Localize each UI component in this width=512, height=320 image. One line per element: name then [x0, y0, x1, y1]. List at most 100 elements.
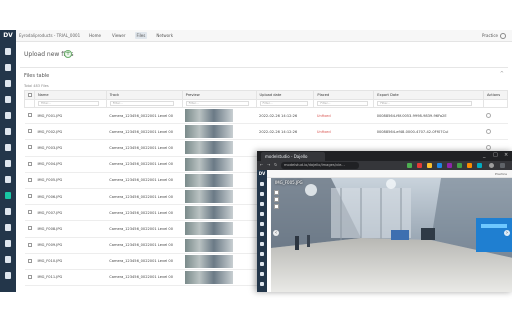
add-files-button[interactable]: +: [64, 50, 72, 58]
preview-sidebar-item[interactable]: [260, 212, 264, 216]
preview-sidebar-item[interactable]: [260, 272, 264, 276]
row-action-icon[interactable]: [486, 128, 492, 134]
preview-sidebar-item[interactable]: [260, 232, 264, 236]
panorama-viewer[interactable]: [271, 178, 512, 292]
sidebar-item-5[interactable]: [5, 112, 11, 119]
row-checkbox[interactable]: [27, 145, 32, 150]
tab-home[interactable]: Home: [87, 32, 103, 39]
preview-thumbnail[interactable]: [185, 206, 234, 220]
tab-network[interactable]: Network: [154, 32, 175, 39]
preview-sidebar-item[interactable]: [260, 252, 264, 256]
sidebar-item-8[interactable]: [5, 160, 11, 167]
preview-thumbnail[interactable]: [185, 270, 234, 284]
preview-sidebar-item[interactable]: [260, 242, 264, 246]
browser-tab[interactable]: modelstudio - Dajello: [261, 152, 325, 161]
filter-track-input[interactable]: Filter...: [109, 101, 175, 106]
preview-thumbnail[interactable]: [185, 254, 234, 268]
sidebar-item-1[interactable]: [5, 48, 11, 55]
extension-icon-2[interactable]: [417, 163, 422, 168]
url-field[interactable]: modelstud.io/dajello/images/vie...: [281, 162, 359, 169]
collapse-icon[interactable]: ^: [500, 71, 504, 77]
header-upload-date[interactable]: Upload date: [255, 90, 315, 100]
row-checkbox[interactable]: [27, 129, 32, 134]
sidebar-item-9[interactable]: [5, 176, 11, 183]
project-name[interactable]: Eyrodaliproducts - TRIAL_0001: [19, 33, 80, 38]
row-checkbox[interactable]: [27, 177, 32, 182]
extension-icon-4[interactable]: [437, 163, 442, 168]
header-preview[interactable]: Preview: [181, 90, 257, 100]
row-checkbox[interactable]: [27, 161, 32, 166]
row-checkbox[interactable]: [27, 210, 32, 215]
select-all-checkbox[interactable]: [28, 92, 32, 97]
row-checkbox[interactable]: [27, 242, 32, 247]
sidebar-item-3[interactable]: [5, 80, 11, 87]
minimize-icon[interactable]: _: [483, 152, 486, 158]
sidebar-item-4[interactable]: [5, 96, 11, 103]
preview-sidebar-item[interactable]: [260, 222, 264, 226]
preview-thumbnail[interactable]: [185, 157, 234, 171]
preview-thumbnail[interactable]: [185, 190, 234, 204]
row-checkbox[interactable]: [27, 194, 32, 199]
filter-placed-input[interactable]: Filter...: [317, 101, 368, 106]
extension-icon-5[interactable]: [447, 163, 452, 168]
preview-user-name[interactable]: Practice: [495, 172, 507, 176]
preview-sidebar-item[interactable]: [260, 202, 264, 206]
preview-thumbnail[interactable]: [185, 173, 234, 187]
sidebar-item-13[interactable]: [5, 240, 11, 247]
row-action-icon[interactable]: [486, 112, 492, 118]
row-checkbox[interactable]: [27, 113, 32, 118]
extension-icon-1[interactable]: [407, 163, 412, 168]
profile-icon[interactable]: [489, 163, 494, 168]
extension-icon-6[interactable]: [457, 163, 462, 168]
sidebar-item-11[interactable]: [5, 208, 11, 215]
row-checkbox[interactable]: [27, 258, 32, 263]
fullscreen-icon[interactable]: [274, 204, 279, 209]
close-icon[interactable]: ×: [504, 152, 508, 158]
header-placed[interactable]: Placed: [313, 90, 375, 100]
user-name[interactable]: Practice: [482, 33, 498, 38]
sidebar-item-files[interactable]: [5, 192, 11, 199]
sidebar-item-7[interactable]: [5, 144, 11, 151]
forward-icon[interactable]: →: [267, 162, 270, 167]
back-icon[interactable]: ←: [260, 162, 263, 167]
filter-export-input[interactable]: Filter...: [377, 101, 473, 106]
preview-sidebar-item[interactable]: [260, 262, 264, 266]
extension-icon-3[interactable]: [427, 163, 432, 168]
filter-preview-input[interactable]: Filter...: [185, 101, 249, 106]
reload-icon[interactable]: ↻: [274, 162, 277, 167]
filter-upload-input[interactable]: Filter...: [259, 101, 309, 106]
header-export-date[interactable]: Export Date: [373, 90, 484, 100]
header-select[interactable]: [24, 90, 35, 100]
sidebar-item-14[interactable]: [5, 256, 11, 263]
sidebar-item-15[interactable]: [5, 272, 11, 279]
preview-sidebar-item[interactable]: [260, 182, 264, 186]
sidebar-item-2[interactable]: [5, 64, 11, 71]
prev-image-button[interactable]: ‹: [273, 230, 279, 236]
next-image-button[interactable]: ›: [504, 230, 510, 236]
row-checkbox[interactable]: [27, 274, 32, 279]
table-row[interactable]: IMG_F002.JPG Camera_123456_0022001 Level …: [24, 123, 508, 141]
header-name[interactable]: Name: [33, 90, 107, 100]
table-row[interactable]: IMG_F001.JPG Camera_123456_0022001 Level …: [24, 107, 508, 125]
menu-icon[interactable]: [500, 163, 505, 168]
preview-sidebar-item[interactable]: [260, 192, 264, 196]
filter-name-input[interactable]: Filter...: [37, 101, 99, 106]
preview-sidebar-item[interactable]: [260, 282, 264, 286]
tab-viewer[interactable]: Viewer: [110, 32, 128, 39]
sidebar-item-6[interactable]: [5, 128, 11, 135]
header-track[interactable]: Track: [105, 90, 183, 100]
preview-thumbnail[interactable]: [185, 222, 234, 236]
sidebar-item-12[interactable]: [5, 224, 11, 231]
preview-thumbnail[interactable]: [185, 109, 234, 123]
tab-files[interactable]: Files: [134, 32, 148, 39]
extension-icon-7[interactable]: [467, 163, 472, 168]
zoom-out-icon[interactable]: [274, 197, 279, 202]
row-action-icon[interactable]: [486, 144, 492, 150]
zoom-in-icon[interactable]: [274, 190, 279, 195]
preview-thumbnail[interactable]: [185, 125, 234, 139]
user-icon[interactable]: [500, 33, 506, 39]
row-checkbox[interactable]: [27, 226, 32, 231]
preview-thumbnail[interactable]: [185, 238, 234, 252]
maximize-icon[interactable]: □: [493, 152, 498, 158]
extension-icon-8[interactable]: [477, 163, 482, 168]
